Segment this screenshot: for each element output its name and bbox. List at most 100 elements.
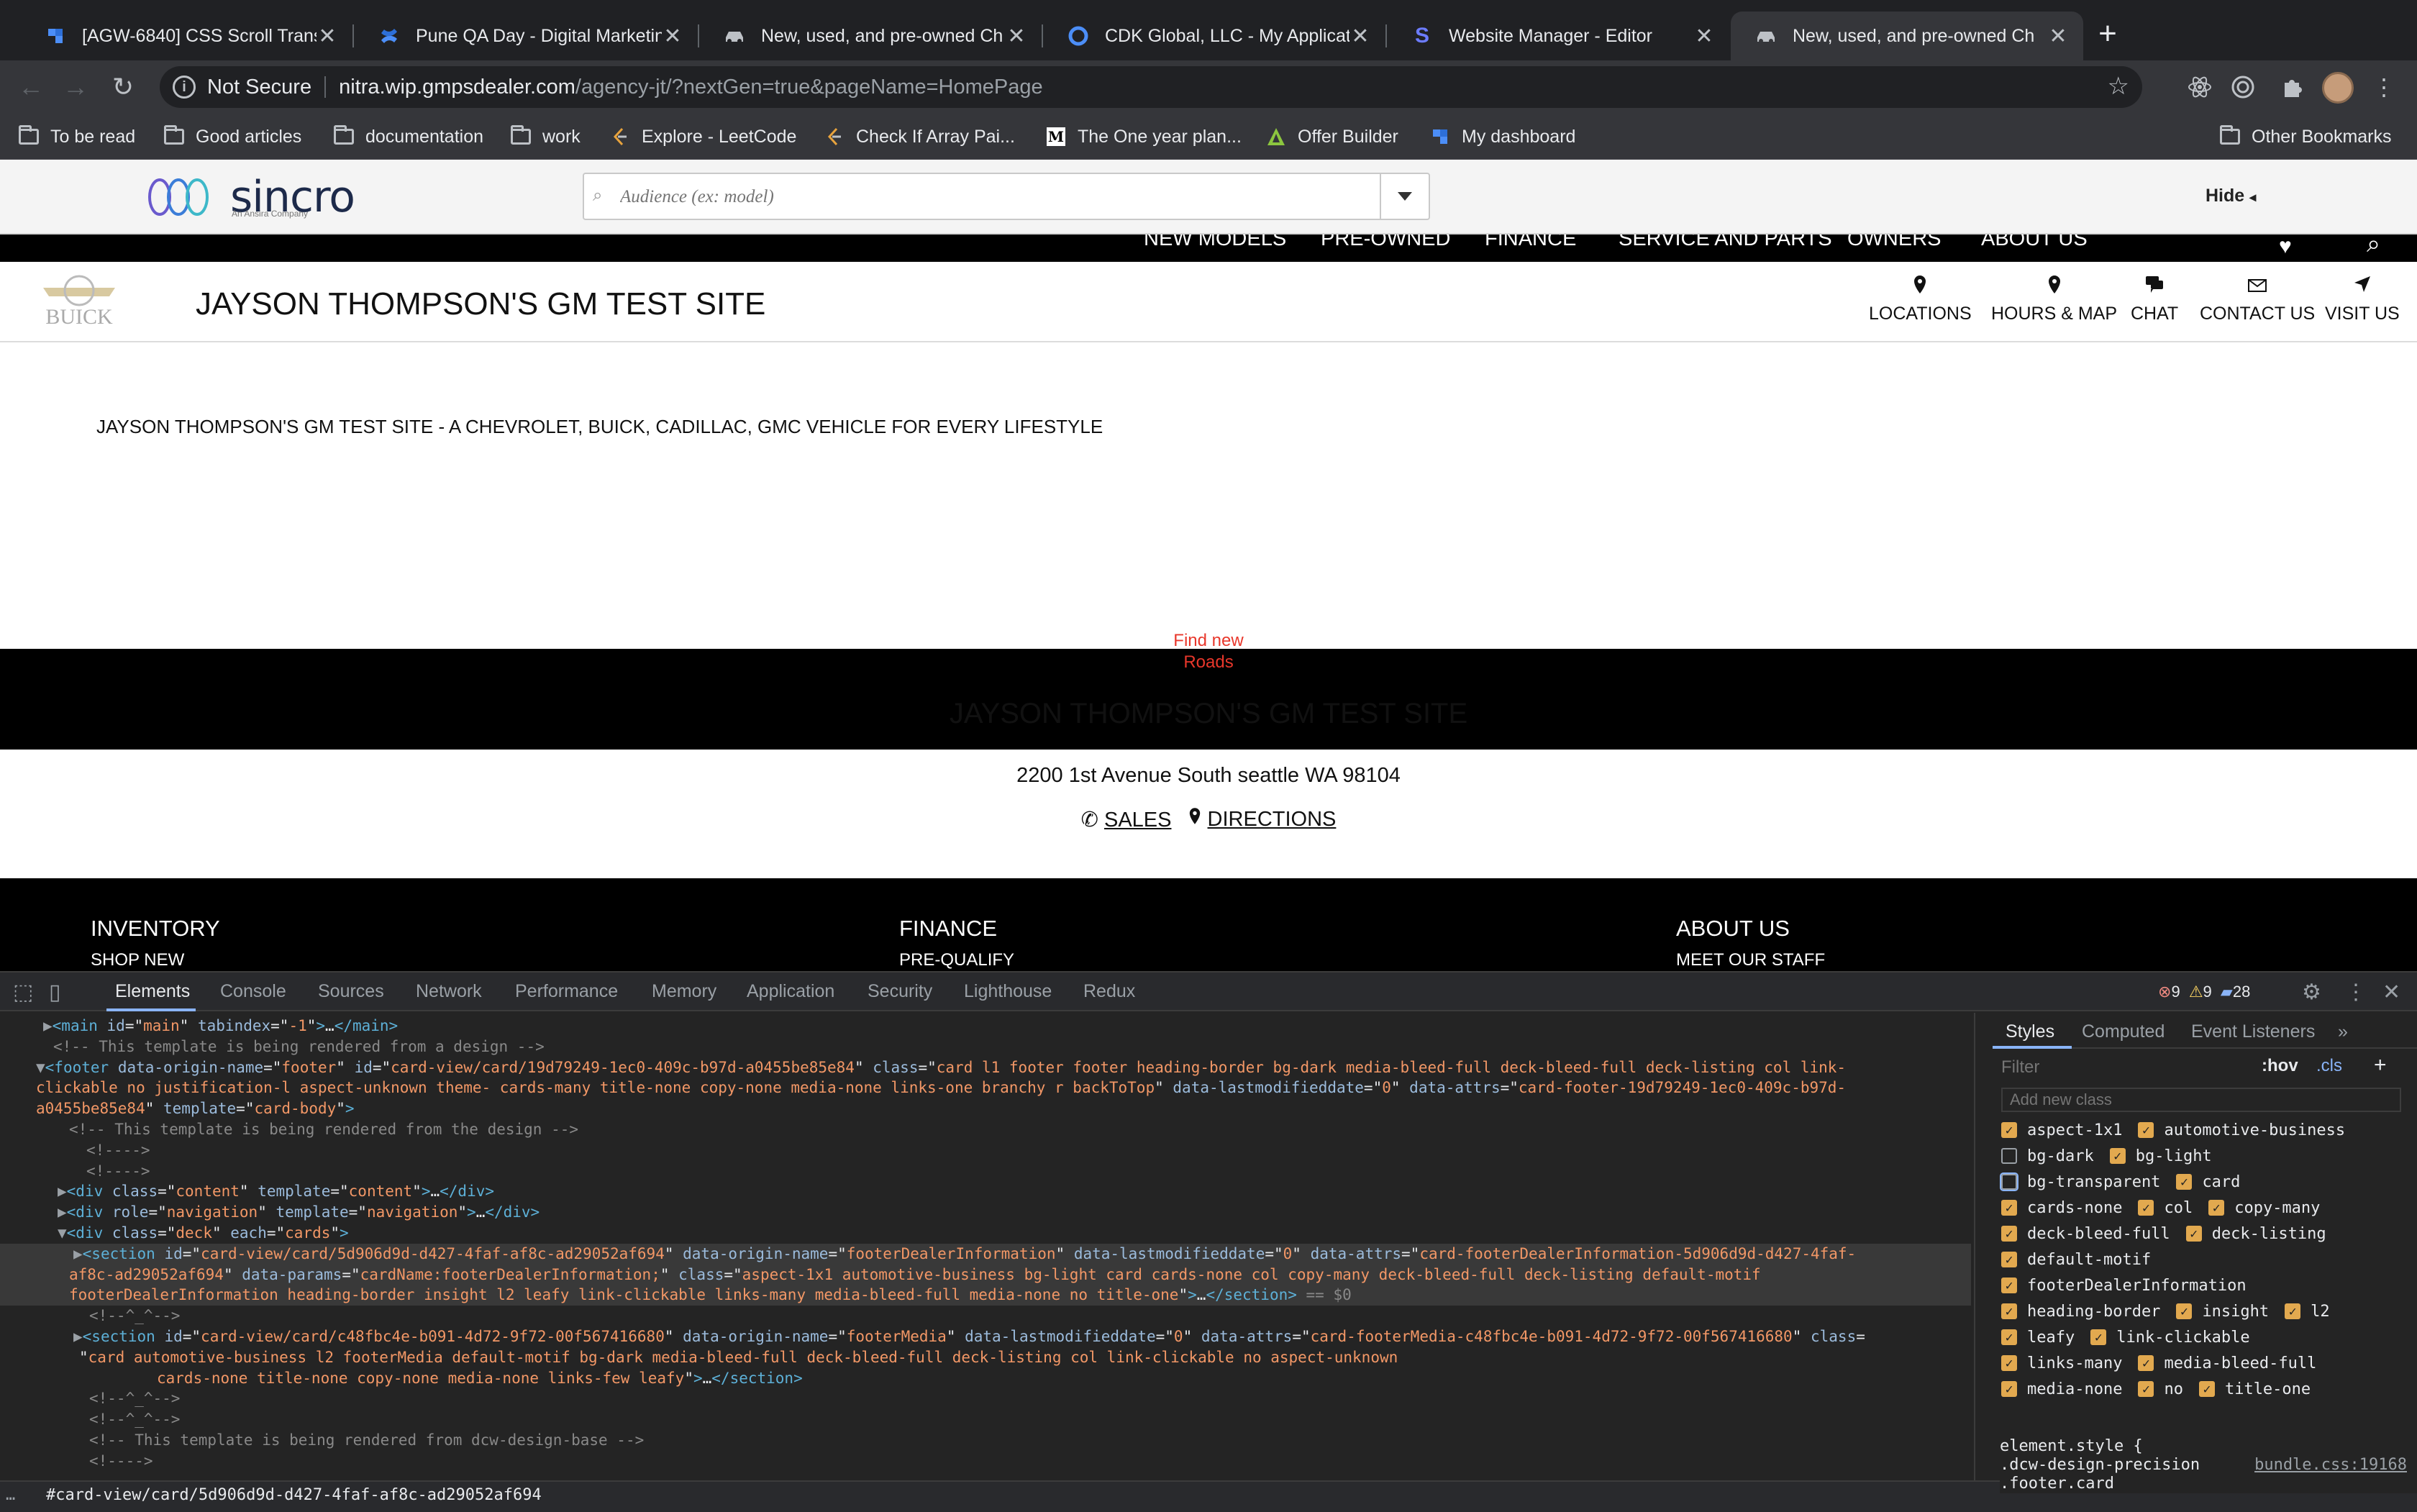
dom-node-line[interactable]: <!----> xyxy=(0,1140,1971,1161)
class-toggle-item[interactable]: ✓ no xyxy=(2138,1380,2183,1398)
security-label[interactable]: Not Secure xyxy=(207,76,311,99)
dom-node-line[interactable]: a0455be85e84" template="card-body"> xyxy=(0,1098,1971,1119)
close-icon[interactable]: ✕ xyxy=(2047,24,2069,49)
forward-arrow-icon[interactable]: → xyxy=(58,69,94,105)
bookmark-item[interactable]: documentation xyxy=(334,122,483,151)
browser-tab[interactable]: S Website Manager - Editor ✕ xyxy=(1387,12,1729,60)
chevron-double-right-icon[interactable]: » xyxy=(2338,1021,2348,1042)
tab-computed[interactable]: Computed xyxy=(2082,1021,2165,1042)
browser-tab[interactable]: CDK Global, LLC - My Applicat ✕ xyxy=(1043,12,1385,60)
hover-state-toggle[interactable]: :hov xyxy=(2262,1056,2298,1076)
tab-lighthouse[interactable]: Lighthouse xyxy=(964,981,1052,1002)
dealer-address[interactable]: 2200 1st Avenue South seattle WA 98104 xyxy=(0,764,2417,788)
heart-icon[interactable]: ♥ xyxy=(2279,234,2292,259)
class-toggle-item[interactable]: ✓ media-none xyxy=(2001,1380,2122,1398)
new-tab-button[interactable]: + xyxy=(2093,16,2122,52)
browser-tab[interactable]: [AGW-6840] CSS Scroll Transi ✕ xyxy=(20,12,352,60)
class-toggle-item[interactable]: ✓ leafy xyxy=(2001,1329,2075,1347)
react-devtools-icon[interactable] xyxy=(2184,71,2216,103)
bookmark-item[interactable]: M The One year plan... xyxy=(1046,122,1242,151)
class-checkbox[interactable]: ✓ xyxy=(2138,1381,2154,1397)
nav-item-finance[interactable]: FINANCE xyxy=(1485,234,1576,251)
expand-arrow-icon[interactable]: ▼ xyxy=(58,1224,67,1242)
reload-icon[interactable]: ↻ xyxy=(105,69,141,105)
dom-node-line[interactable]: <!-- This template is being rendered fro… xyxy=(0,1119,1971,1140)
tab-application[interactable]: Application xyxy=(747,981,834,1002)
class-toggle-item[interactable]: ✓ card xyxy=(2176,1173,2240,1191)
utility-link-chat[interactable]: CHAT xyxy=(2131,275,2178,324)
back-arrow-icon[interactable]: ← xyxy=(13,69,49,105)
class-toggle-item[interactable]: ✓ default-motif xyxy=(2001,1251,2151,1269)
class-checkbox[interactable]: ✓ xyxy=(2001,1226,2017,1242)
dom-node-line[interactable]: <!----> xyxy=(0,1451,1971,1472)
tab-styles[interactable]: Styles xyxy=(2006,1021,2054,1042)
extensions-puzzle-icon[interactable] xyxy=(2276,71,2308,103)
class-toggle-item[interactable]: ✓ footerDealerInformation xyxy=(2001,1277,2247,1295)
class-checkbox[interactable]: ✓ xyxy=(2001,1355,2017,1371)
tab-performance[interactable]: Performance xyxy=(515,981,618,1002)
class-toggle-item[interactable]: ✓ heading-border xyxy=(2001,1303,2160,1321)
class-checkbox[interactable] xyxy=(2001,1148,2017,1164)
dom-node-line[interactable]: cards-none title-none copy-none media-no… xyxy=(0,1368,1971,1389)
class-checkbox[interactable]: ✓ xyxy=(2001,1381,2017,1397)
tab-event-listeners[interactable]: Event Listeners xyxy=(2191,1021,2315,1042)
dom-node-line[interactable]: ▶<div class="content" template="content"… xyxy=(0,1181,1971,1202)
expand-arrow-icon[interactable]: ▼ xyxy=(36,1059,45,1076)
class-toggle-item[interactable]: ✓ link-clickable xyxy=(2090,1329,2250,1347)
bookmark-item[interactable]: Offer Builder xyxy=(1266,122,1398,151)
expand-arrow-icon[interactable]: ▶ xyxy=(73,1245,83,1262)
utility-link-visit-us[interactable]: VISIT US xyxy=(2325,275,2400,324)
expand-arrow-icon[interactable]: ▶ xyxy=(58,1203,67,1221)
class-checkbox[interactable]: ✓ xyxy=(2138,1200,2154,1216)
class-checkbox[interactable]: ✓ xyxy=(2001,1122,2017,1138)
class-toggle-item[interactable]: bg-dark xyxy=(2001,1147,2094,1165)
dealer-name[interactable]: JAYSON THOMPSON'S GM TEST SITE xyxy=(196,286,765,322)
tab-memory[interactable]: Memory xyxy=(652,981,716,1002)
tab-redux[interactable]: Redux xyxy=(1083,981,1135,1002)
bookmark-item[interactable]: Good articles xyxy=(164,122,301,151)
dom-node-line[interactable]: <!--^_^--> xyxy=(0,1388,1971,1409)
bookmark-item[interactable]: Check If Array Pai... xyxy=(824,122,1015,151)
other-bookmarks[interactable]: Other Bookmarks xyxy=(2220,122,2392,151)
chevron-down-icon[interactable] xyxy=(1380,174,1429,219)
class-checkbox[interactable]: ✓ xyxy=(2185,1226,2202,1242)
ellipsis-icon[interactable]: … xyxy=(6,1486,15,1504)
class-toggle-item[interactable]: ✓ deck-bleed-full xyxy=(2001,1225,2170,1243)
class-toggle-item[interactable]: ✓ bg-light xyxy=(2109,1147,2212,1165)
browser-tab[interactable]: Pune QA Day - Digital Marketin ✕ xyxy=(354,12,698,60)
sales-link[interactable]: ✆ SALES xyxy=(1081,807,1172,832)
class-toggle-item[interactable]: ✓ insight xyxy=(2176,1303,2269,1321)
url-text[interactable]: nitra.wip.gmpsdealer.com/agency-jt/?next… xyxy=(339,76,1043,99)
class-checkbox[interactable]: ✓ xyxy=(2090,1329,2107,1345)
dom-node-line[interactable]: <!-- This template is being rendered fro… xyxy=(0,1037,1971,1057)
dom-node-line[interactable]: ▶<main id="main" tabindex="-1">…</main> xyxy=(0,1016,1971,1037)
dom-node-line[interactable]: clickable no justification-l aspect-unkn… xyxy=(0,1078,1971,1098)
bookmark-item[interactable]: My dashboard xyxy=(1430,122,1575,151)
class-toggle-item[interactable]: ✓ title-one xyxy=(2198,1380,2311,1398)
expand-arrow-icon[interactable]: ▶ xyxy=(58,1183,67,1200)
class-checkbox[interactable]: ✓ xyxy=(2001,1278,2017,1293)
class-toggle-item[interactable]: ✓ deck-listing xyxy=(2185,1225,2326,1243)
tab-elements[interactable]: Elements xyxy=(115,981,190,1002)
expand-arrow-icon[interactable]: ▶ xyxy=(43,1017,53,1034)
footer-link[interactable]: PRE-QUALIFY xyxy=(899,950,1014,970)
bookmark-item[interactable]: To be read xyxy=(19,122,135,151)
class-checkbox[interactable]: ✓ xyxy=(2001,1252,2017,1267)
settings-gear-icon[interactable]: ⚙ xyxy=(2302,980,2321,1005)
dom-node-line[interactable]: af8c-ad29052af694" data-params="cardName… xyxy=(0,1264,1971,1285)
class-checkbox[interactable]: ✓ xyxy=(2138,1355,2154,1371)
class-checkbox[interactable]: ✓ xyxy=(2285,1303,2301,1319)
info-icon[interactable]: i xyxy=(173,76,196,99)
bookmark-item[interactable]: work xyxy=(511,122,581,151)
nav-item-service-parts[interactable]: SERVICE AND PARTS xyxy=(1619,234,1832,251)
more-vertical-icon[interactable]: ⋮ xyxy=(2368,71,2400,103)
class-toggle-item[interactable]: ✓ links-many xyxy=(2001,1354,2122,1372)
class-toggle-item[interactable]: ✓ l2 xyxy=(2285,1303,2330,1321)
class-checkbox[interactable]: ✓ xyxy=(2001,1200,2017,1216)
class-toggle-item[interactable]: ✓ cards-none xyxy=(2001,1199,2122,1217)
address-bar[interactable]: i Not Secure nitra.wip.gmpsdealer.com/ag… xyxy=(160,66,2142,108)
footer-link[interactable]: MEET OUR STAFF xyxy=(1676,950,1825,970)
tab-security[interactable]: Security xyxy=(868,981,932,1002)
utility-link-locations[interactable]: LOCATIONS xyxy=(1869,275,1972,324)
class-toggle-item[interactable]: ✓ media-bleed-full xyxy=(2138,1354,2316,1372)
